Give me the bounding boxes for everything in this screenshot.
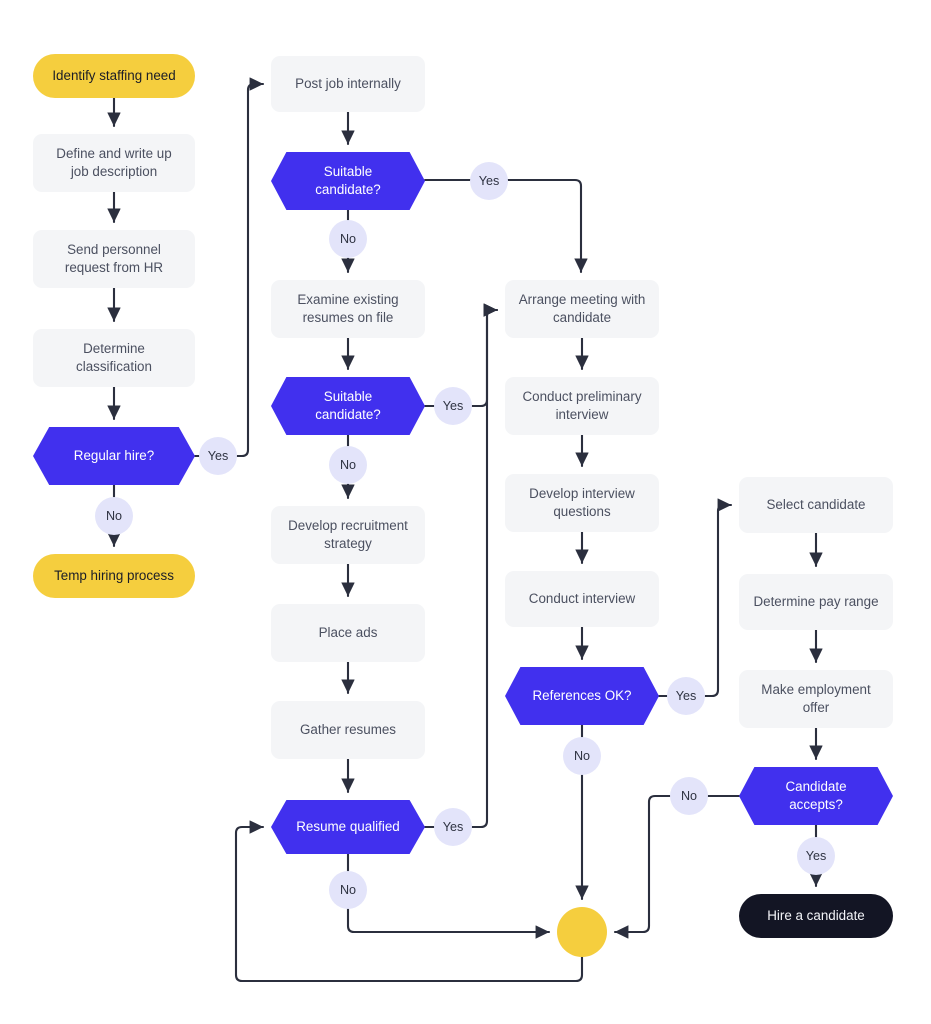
connector-regular-yes-post bbox=[193, 84, 263, 458]
edge-label-qualified-yes: Yes bbox=[434, 808, 472, 846]
flow-node-regular[interactable]: Regular hire? bbox=[33, 427, 195, 485]
flow-node-suitable2[interactable]: Suitable candidate? bbox=[271, 377, 425, 435]
flow-node-determine[interactable]: Determine classification bbox=[33, 329, 195, 387]
flowchart-canvas: Identify staffing need Define and write u… bbox=[0, 0, 931, 1024]
flow-node-qualified[interactable]: Resume qualified bbox=[271, 800, 425, 854]
flow-node-references[interactable]: References OK? bbox=[505, 667, 659, 725]
edge-label-references-no: No bbox=[563, 737, 601, 775]
edge-label-qualified-no: No bbox=[329, 871, 367, 909]
edge-label-suitable2-no: No bbox=[329, 446, 367, 484]
flow-node-pay[interactable]: Determine pay range bbox=[739, 574, 893, 630]
flow-node-questions[interactable]: Develop interview questions bbox=[505, 474, 659, 532]
flow-node-suitable1[interactable]: Suitable candidate? bbox=[271, 152, 425, 210]
flow-node-gather[interactable]: Gather resumes bbox=[271, 701, 425, 759]
flow-node-junction[interactable] bbox=[557, 907, 607, 957]
flow-node-interview[interactable]: Conduct interview bbox=[505, 571, 659, 627]
connector-qualified-no-junction bbox=[346, 852, 549, 932]
flow-node-arrange[interactable]: Arrange meeting with candidate bbox=[505, 280, 659, 338]
flow-node-ads[interactable]: Place ads bbox=[271, 604, 425, 662]
edge-label-suitable1-yes: Yes bbox=[470, 162, 508, 200]
edge-label-suitable1-no: No bbox=[329, 220, 367, 258]
flow-node-recruit[interactable]: Develop recruitment strategy bbox=[271, 506, 425, 564]
connector-qualified-yes-join bbox=[423, 310, 497, 829]
flow-node-identify[interactable]: Identify staffing need bbox=[33, 54, 195, 98]
flow-node-send[interactable]: Send personnel request from HR bbox=[33, 230, 195, 288]
edge-label-regular-no: No bbox=[95, 497, 133, 535]
edge-label-accepts-yes: Yes bbox=[797, 837, 835, 875]
flow-node-offer[interactable]: Make employment offer bbox=[739, 670, 893, 728]
flow-node-hire[interactable]: Hire a candidate bbox=[739, 894, 893, 938]
connector-references-yes-select bbox=[657, 505, 731, 698]
flow-node-prelim[interactable]: Conduct preliminary interview bbox=[505, 377, 659, 435]
flow-node-accepts[interactable]: Candidate accepts? bbox=[739, 767, 893, 825]
edge-label-suitable2-yes: Yes bbox=[434, 387, 472, 425]
flow-node-select[interactable]: Select candidate bbox=[739, 477, 893, 533]
edge-label-accepts-no: No bbox=[670, 777, 708, 815]
flow-node-temp[interactable]: Temp hiring process bbox=[33, 554, 195, 598]
flow-node-define[interactable]: Define and write up job description bbox=[33, 134, 195, 192]
flow-node-post[interactable]: Post job internally bbox=[271, 56, 425, 112]
connector-accepts-no-junction bbox=[615, 794, 741, 932]
edge-label-references-yes: Yes bbox=[667, 677, 705, 715]
edge-label-regular-yes: Yes bbox=[199, 437, 237, 475]
flow-node-examine[interactable]: Examine existing resumes on file bbox=[271, 280, 425, 338]
